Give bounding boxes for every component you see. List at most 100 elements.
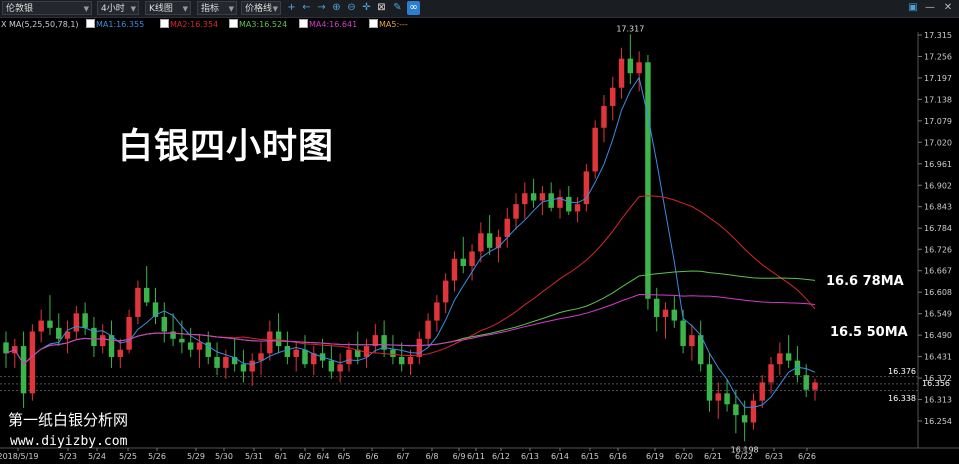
candle-body bbox=[346, 349, 352, 365]
candle-body bbox=[328, 360, 335, 372]
y-tick-label: 16.608 bbox=[924, 288, 952, 297]
candle-body bbox=[187, 342, 194, 350]
candle-body bbox=[478, 233, 484, 252]
candle-body bbox=[442, 280, 449, 303]
plot-area bbox=[0, 32, 918, 448]
candle-body bbox=[108, 335, 115, 357]
x-tick-label: 6/4 bbox=[317, 452, 330, 461]
candle-body bbox=[680, 320, 686, 347]
candle-body bbox=[689, 335, 695, 347]
y-tick-label: 17.138 bbox=[924, 95, 952, 104]
candle-body bbox=[574, 204, 581, 212]
candle-body bbox=[196, 342, 203, 350]
candle-body bbox=[741, 415, 748, 423]
price-tag-current: 16.356 bbox=[922, 379, 950, 388]
watermark-cn: 第一纸白银分析网 bbox=[8, 411, 129, 429]
candle-body bbox=[539, 193, 546, 201]
y-tick-label: 16.254 bbox=[924, 417, 952, 426]
candle-body bbox=[601, 105, 607, 128]
candle-body bbox=[715, 393, 721, 401]
price-tag-low: 16.338 bbox=[888, 394, 916, 403]
candle-body bbox=[135, 287, 141, 317]
candle-body bbox=[73, 313, 80, 332]
candle-body bbox=[38, 320, 44, 332]
candle-body bbox=[566, 196, 572, 212]
ma78-note: 16.6 78MA bbox=[826, 274, 904, 289]
candle-body bbox=[504, 218, 510, 237]
y-tick-label: 17.197 bbox=[924, 74, 952, 83]
candle-body bbox=[416, 338, 423, 357]
candle-body bbox=[143, 287, 150, 303]
candle-body bbox=[20, 346, 27, 394]
candlestick-chart[interactable]: 17.315 17.256 17.197 17.138 17.079 17.020 16.9… bbox=[0, 0, 959, 464]
candle-body bbox=[126, 316, 132, 350]
x-tick-label: 6/20 bbox=[675, 452, 693, 461]
candle-body bbox=[785, 353, 792, 361]
x-tick-label: 6/16 bbox=[609, 452, 627, 461]
candle-body bbox=[522, 193, 528, 205]
candle-body bbox=[618, 58, 625, 88]
y-tick-label: 17.256 bbox=[924, 52, 952, 61]
candle-body bbox=[82, 313, 88, 328]
y-tick-label: 16.490 bbox=[924, 331, 952, 340]
y-tick-label: 17.315 bbox=[924, 31, 952, 40]
x-tick-label: 5/30 bbox=[215, 452, 233, 461]
candle-body bbox=[100, 335, 106, 347]
candle-body bbox=[671, 309, 678, 321]
candle-body bbox=[302, 349, 308, 365]
high-label: 17.317 bbox=[616, 24, 644, 33]
candle-body bbox=[759, 382, 765, 401]
candle-body bbox=[161, 316, 168, 332]
candle-body bbox=[3, 342, 9, 354]
x-tick-label: 6/12 bbox=[492, 452, 510, 461]
candle-body bbox=[777, 353, 783, 365]
x-tick-label: 6/13 bbox=[521, 452, 539, 461]
candle-body bbox=[407, 356, 414, 365]
candle-body bbox=[240, 364, 247, 372]
candle-body bbox=[653, 298, 660, 317]
chart-title-overlay: 白银四小时图 bbox=[118, 127, 335, 167]
candle-body bbox=[812, 382, 818, 390]
candle-body bbox=[337, 364, 343, 372]
x-tick-label: 5/25 bbox=[119, 452, 137, 461]
x-tick-label: 6/22 bbox=[735, 452, 753, 461]
candle-body bbox=[662, 309, 669, 317]
y-tick-label: 17.020 bbox=[924, 138, 952, 147]
candle-body bbox=[645, 62, 651, 299]
y-tick-label: 16.902 bbox=[924, 181, 952, 190]
candle-body bbox=[249, 360, 255, 372]
candle-body bbox=[610, 87, 616, 106]
candle-body bbox=[425, 320, 431, 339]
x-tick-label: 6/19 bbox=[646, 452, 664, 461]
candle-body bbox=[390, 349, 396, 357]
x-tick-label: 6/9 bbox=[453, 452, 466, 461]
y-tick-label: 17.079 bbox=[924, 117, 952, 126]
x-tick-label: 6/6 bbox=[366, 452, 379, 461]
candle-body bbox=[530, 193, 537, 201]
candle-body bbox=[636, 62, 642, 74]
candle-body bbox=[513, 204, 519, 219]
candle-body bbox=[451, 258, 458, 281]
candle-body bbox=[117, 349, 124, 357]
x-tick-label: 6/1 bbox=[275, 452, 288, 461]
candle-body bbox=[469, 251, 475, 267]
x-tick-label: 6/26 bbox=[798, 452, 816, 461]
y-tick-label: 16.726 bbox=[924, 245, 952, 254]
x-tick-label: 6/7 bbox=[397, 452, 410, 461]
watermark-url: www.diyizby.com bbox=[10, 434, 128, 449]
y-tick-label: 16.843 bbox=[924, 203, 952, 212]
x-tick-label: 6/11 bbox=[467, 452, 485, 461]
x-tick-label: 6/8 bbox=[426, 452, 439, 461]
price-tag-high: 16.376 bbox=[888, 367, 916, 376]
y-tick-label: 16.961 bbox=[924, 160, 952, 169]
candle-body bbox=[284, 346, 291, 357]
candle-body bbox=[733, 404, 739, 416]
y-tick-label: 16.549 bbox=[924, 310, 952, 319]
x-tick-label: 5/24 bbox=[88, 452, 106, 461]
candle-body bbox=[56, 327, 62, 339]
candle-body bbox=[803, 375, 809, 390]
x-tick-label: 5/26 bbox=[148, 452, 166, 461]
candle-body bbox=[258, 353, 264, 361]
x-tick-label: 2018/5/19 bbox=[0, 452, 39, 461]
x-tick-label: 6/23 bbox=[765, 452, 783, 461]
